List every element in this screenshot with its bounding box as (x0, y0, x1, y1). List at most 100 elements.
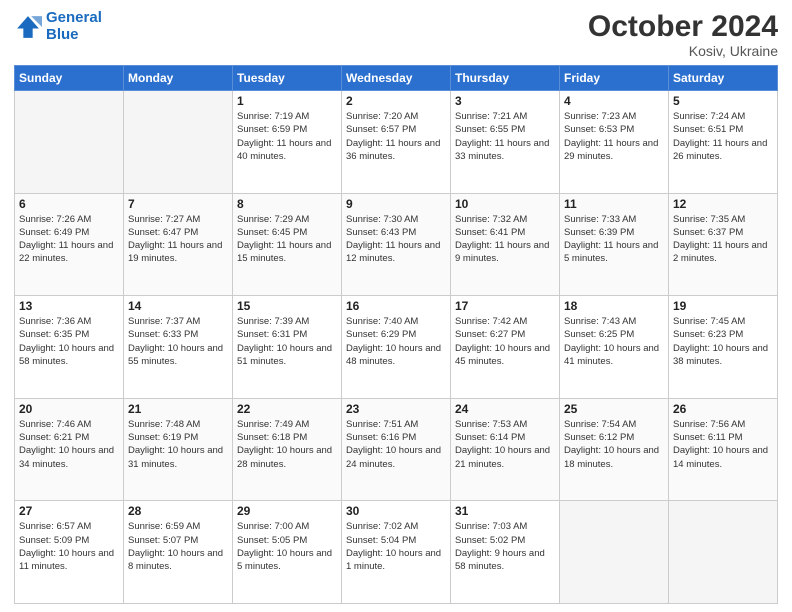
table-row: 2Sunrise: 7:20 AM Sunset: 6:57 PM Daylig… (342, 91, 451, 194)
day-number: 5 (673, 94, 773, 108)
day-number: 16 (346, 299, 446, 313)
table-row: 20Sunrise: 7:46 AM Sunset: 6:21 PM Dayli… (15, 398, 124, 501)
logo: General Blue (14, 10, 102, 43)
day-number: 12 (673, 197, 773, 211)
cell-info: Sunrise: 7:32 AM Sunset: 6:41 PM Dayligh… (455, 213, 555, 266)
table-row: 10 Sunrise: 7:32 AM Sunset: 6:41 PM Dayli… (451, 193, 560, 296)
table-row: 7 Sunrise: 7:27 AM Sunset: 6:47 PM Daylig… (124, 193, 233, 296)
cell-info: Sunrise: 7:27 AM Sunset: 6:47 PM Dayligh… (128, 213, 228, 266)
header-sunday: Sunday (15, 66, 124, 91)
table-row: 9 Sunrise: 7:30 AM Sunset: 6:43 PM Daylig… (342, 193, 451, 296)
day-number: 23 (346, 402, 446, 416)
table-row: 17Sunrise: 7:42 AM Sunset: 6:27 PM Dayli… (451, 296, 560, 399)
calendar-week-row: 1 Sunrise: 7:19 AM Sunset: 6:59 PM Daylig… (15, 91, 778, 194)
table-row (15, 91, 124, 194)
cell-info: Sunrise: 7:33 AM Sunset: 6:39 PM Dayligh… (564, 213, 664, 266)
day-number: 8 (237, 197, 337, 211)
cell-info: Sunrise: 7:29 AM Sunset: 6:45 PM Dayligh… (237, 213, 337, 266)
day-number: 14 (128, 299, 228, 313)
day-number: 28 (128, 504, 228, 518)
table-row: 31 Sunrise: 7:03 AM Sunset: 5:02 PM Dayli… (451, 501, 560, 604)
cell-info: Sunrise: 7:03 AM Sunset: 5:02 PM Dayligh… (455, 520, 555, 573)
cell-info: Sunrise: 7:39 AM Sunset: 6:31 PM Dayligh… (237, 315, 337, 368)
table-row: 16 Sunrise: 7:40 AM Sunset: 6:29 PM Dayli… (342, 296, 451, 399)
cell-info: Sunrise: 7:19 AM Sunset: 6:59 PM Dayligh… (237, 110, 337, 163)
cell-info: Sunrise: 7:49 AM Sunset: 6:18 PM Dayligh… (237, 418, 337, 471)
cell-info: Sunrise: 7:46 AM Sunset: 6:21 PM Dayligh… (19, 418, 119, 471)
header-saturday: Saturday (669, 66, 778, 91)
day-number: 10 (455, 197, 555, 211)
day-number: 7 (128, 197, 228, 211)
calendar-table: Sunday Monday Tuesday Wednesday Thursday… (14, 65, 778, 604)
table-row: 25Sunrise: 7:54 AM Sunset: 6:12 PM Dayli… (560, 398, 669, 501)
day-number: 1 (237, 94, 337, 108)
title-block: October 2024 Kosiv, Ukraine (588, 10, 778, 59)
day-number: 3 (455, 94, 555, 108)
cell-info: Sunrise: 7:48 AM Sunset: 6:19 PM Dayligh… (128, 418, 228, 471)
day-number: 6 (19, 197, 119, 211)
table-row (560, 501, 669, 604)
cell-info: Sunrise: 6:57 AM Sunset: 5:09 PM Dayligh… (19, 520, 119, 573)
day-number: 17 (455, 299, 555, 313)
cell-info: Sunrise: 7:43 AM Sunset: 6:25 PM Dayligh… (564, 315, 664, 368)
day-number: 11 (564, 197, 664, 211)
table-row: 27Sunrise: 6:57 AM Sunset: 5:09 PM Dayli… (15, 501, 124, 604)
calendar-header-row: Sunday Monday Tuesday Wednesday Thursday… (15, 66, 778, 91)
cell-info: Sunrise: 7:02 AM Sunset: 5:04 PM Dayligh… (346, 520, 446, 573)
header-thursday: Thursday (451, 66, 560, 91)
table-row: 8 Sunrise: 7:29 AM Sunset: 6:45 PM Daylig… (233, 193, 342, 296)
cell-info: Sunrise: 7:30 AM Sunset: 6:43 PM Dayligh… (346, 213, 446, 266)
table-row: 13 Sunrise: 7:36 AM Sunset: 6:35 PM Dayli… (15, 296, 124, 399)
page: General Blue October 2024 Kosiv, Ukraine… (0, 0, 792, 612)
cell-info: Sunrise: 7:56 AM Sunset: 6:11 PM Dayligh… (673, 418, 773, 471)
table-row: 22 Sunrise: 7:49 AM Sunset: 6:18 PM Dayli… (233, 398, 342, 501)
day-number: 21 (128, 402, 228, 416)
table-row: 30Sunrise: 7:02 AM Sunset: 5:04 PM Dayli… (342, 501, 451, 604)
cell-info: Sunrise: 7:54 AM Sunset: 6:12 PM Dayligh… (564, 418, 664, 471)
table-row: 21 Sunrise: 7:48 AM Sunset: 6:19 PM Dayli… (124, 398, 233, 501)
table-row: 12 Sunrise: 7:35 AM Sunset: 6:37 PM Dayli… (669, 193, 778, 296)
calendar-week-row: 13 Sunrise: 7:36 AM Sunset: 6:35 PM Dayli… (15, 296, 778, 399)
header-monday: Monday (124, 66, 233, 91)
table-row: 15 Sunrise: 7:39 AM Sunset: 6:31 PM Dayli… (233, 296, 342, 399)
table-row: 18 Sunrise: 7:43 AM Sunset: 6:25 PM Dayli… (560, 296, 669, 399)
header-wednesday: Wednesday (342, 66, 451, 91)
table-row: 28 Sunrise: 6:59 AM Sunset: 5:07 PM Dayli… (124, 501, 233, 604)
cell-info: Sunrise: 7:53 AM Sunset: 6:14 PM Dayligh… (455, 418, 555, 471)
logo-icon (14, 13, 42, 41)
table-row: 5 Sunrise: 7:24 AM Sunset: 6:51 PM Daylig… (669, 91, 778, 194)
day-number: 13 (19, 299, 119, 313)
cell-info: Sunrise: 7:24 AM Sunset: 6:51 PM Dayligh… (673, 110, 773, 163)
cell-info: Sunrise: 7:23 AM Sunset: 6:53 PM Dayligh… (564, 110, 664, 163)
day-number: 9 (346, 197, 446, 211)
table-row: 19Sunrise: 7:45 AM Sunset: 6:23 PM Dayli… (669, 296, 778, 399)
logo-line1: General (46, 9, 102, 26)
cell-info: Sunrise: 6:59 AM Sunset: 5:07 PM Dayligh… (128, 520, 228, 573)
cell-info: Sunrise: 7:40 AM Sunset: 6:29 PM Dayligh… (346, 315, 446, 368)
table-row: 4 Sunrise: 7:23 AM Sunset: 6:53 PM Daylig… (560, 91, 669, 194)
table-row: 23Sunrise: 7:51 AM Sunset: 6:16 PM Dayli… (342, 398, 451, 501)
day-number: 19 (673, 299, 773, 313)
day-number: 15 (237, 299, 337, 313)
cell-info: Sunrise: 7:35 AM Sunset: 6:37 PM Dayligh… (673, 213, 773, 266)
header: General Blue October 2024 Kosiv, Ukraine (14, 10, 778, 59)
month-title: October 2024 (588, 10, 778, 43)
cell-info: Sunrise: 7:37 AM Sunset: 6:33 PM Dayligh… (128, 315, 228, 368)
day-number: 22 (237, 402, 337, 416)
day-number: 24 (455, 402, 555, 416)
table-row: 29Sunrise: 7:00 AM Sunset: 5:05 PM Dayli… (233, 501, 342, 604)
calendar-week-row: 6Sunrise: 7:26 AM Sunset: 6:49 PM Daylig… (15, 193, 778, 296)
table-row: 14 Sunrise: 7:37 AM Sunset: 6:33 PM Dayli… (124, 296, 233, 399)
day-number: 4 (564, 94, 664, 108)
logo-text: General Blue (46, 10, 102, 43)
header-friday: Friday (560, 66, 669, 91)
day-number: 26 (673, 402, 773, 416)
cell-info: Sunrise: 7:00 AM Sunset: 5:05 PM Dayligh… (237, 520, 337, 573)
calendar-week-row: 20Sunrise: 7:46 AM Sunset: 6:21 PM Dayli… (15, 398, 778, 501)
cell-info: Sunrise: 7:20 AM Sunset: 6:57 PM Dayligh… (346, 110, 446, 163)
cell-info: Sunrise: 7:36 AM Sunset: 6:35 PM Dayligh… (19, 315, 119, 368)
header-tuesday: Tuesday (233, 66, 342, 91)
table-row: 24 Sunrise: 7:53 AM Sunset: 6:14 PM Dayli… (451, 398, 560, 501)
day-number: 31 (455, 504, 555, 518)
day-number: 18 (564, 299, 664, 313)
